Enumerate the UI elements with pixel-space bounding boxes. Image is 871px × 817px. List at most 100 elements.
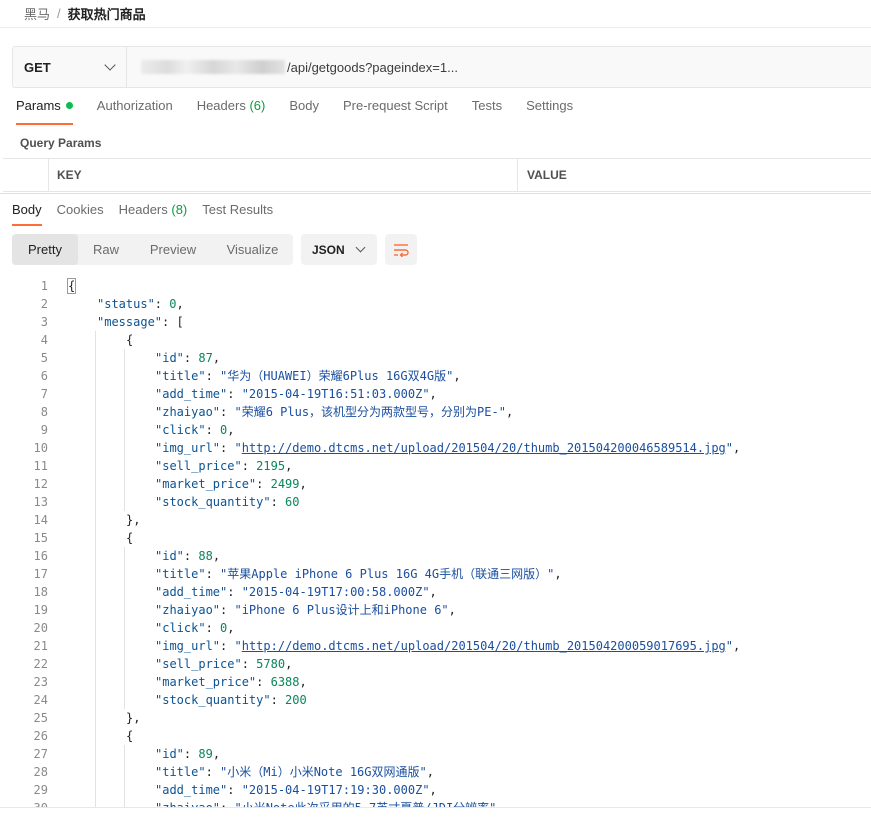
status-bar-divider bbox=[0, 807, 871, 808]
code-line: 1{ bbox=[0, 277, 871, 295]
tab-label: Body bbox=[12, 202, 42, 217]
json-punctuation: , bbox=[733, 441, 741, 455]
response-tab-test-results[interactable]: Test Results bbox=[202, 202, 273, 226]
json-punctuation: , bbox=[429, 585, 437, 599]
request-url-bar: GET /api/getgoods?pageindex=1... bbox=[12, 46, 871, 88]
code-text: "zhaiyao": "小米Note此次采用的5.7英寸夏普/JDI分辨率", bbox=[155, 799, 504, 807]
line-number: 16 bbox=[33, 549, 48, 563]
code-line: 16 "id": 88, bbox=[0, 547, 871, 565]
json-key: "img_url" bbox=[155, 639, 221, 653]
line-number: 10 bbox=[33, 441, 48, 455]
json-string: "iPhone 6 Plus设计上和iPhone 6" bbox=[234, 603, 449, 617]
json-punctuation: , bbox=[299, 477, 307, 491]
json-punctuation: , bbox=[429, 783, 437, 797]
json-punctuation: : bbox=[256, 675, 271, 689]
code-line: 24 "stock_quantity": 200 bbox=[0, 691, 871, 709]
code-line: 2 "status": 0, bbox=[0, 295, 871, 313]
json-string: "苹果Apple iPhone 6 Plus 16G 4G手机（联通三网版）" bbox=[220, 567, 555, 581]
format-preview-button[interactable]: Preview bbox=[134, 234, 212, 265]
tab-label: Pre-request Script bbox=[342, 98, 448, 113]
format-toggle: Pretty Raw Preview Visualize bbox=[12, 234, 293, 265]
json-key: "id" bbox=[155, 747, 184, 761]
chevron-down-icon bbox=[104, 59, 116, 71]
response-tab-cookies[interactable]: Cookies bbox=[57, 202, 104, 226]
row-select-column bbox=[3, 159, 49, 191]
key-column-header: KEY bbox=[49, 159, 518, 191]
format-visualize-button[interactable]: Visualize bbox=[212, 234, 293, 265]
json-key: "img_url" bbox=[155, 441, 221, 455]
json-url-link[interactable]: http://demo.dtcms.net/upload/201504/20/t… bbox=[242, 441, 726, 455]
line-number: 20 bbox=[33, 621, 48, 635]
code-line: 30 "zhaiyao": "小米Note此次采用的5.7英寸夏普/JDI分辨率"… bbox=[0, 799, 871, 807]
line-number: 11 bbox=[33, 459, 48, 473]
json-punctuation: { bbox=[126, 333, 134, 347]
format-raw-button[interactable]: Raw bbox=[78, 234, 134, 265]
url-input[interactable]: /api/getgoods?pageindex=1... bbox=[127, 47, 871, 87]
breadcrumb-separator: / bbox=[57, 6, 61, 21]
code-line: 5 "id": 87, bbox=[0, 349, 871, 367]
json-key: "sell_price" bbox=[155, 459, 242, 473]
language-select[interactable]: JSON bbox=[301, 234, 377, 265]
response-body-viewer[interactable]: 1{2 "status": 0, 3 "message": [4{5 "id": 87,… bbox=[0, 277, 871, 807]
json-punctuation: , bbox=[212, 351, 221, 365]
indent-guide bbox=[124, 745, 125, 807]
tab-body[interactable]: Body bbox=[289, 98, 319, 125]
json-punctuation: , bbox=[299, 675, 307, 689]
json-punctuation: , bbox=[227, 423, 235, 437]
json-punctuation: , bbox=[453, 369, 461, 383]
code-text: "add_time": "2015-04-19T17:00:58.000Z", bbox=[155, 583, 437, 601]
line-number: 29 bbox=[33, 783, 48, 797]
json-key: "zhaiyao" bbox=[155, 405, 221, 419]
code-line: 8 "zhaiyao": "荣耀6 Plus，该机型分为两款型号，分别为PE-", bbox=[0, 403, 871, 421]
code-text: }, bbox=[126, 511, 140, 529]
code-text: { bbox=[66, 277, 77, 295]
line-number: 27 bbox=[33, 747, 48, 761]
tab-settings[interactable]: Settings bbox=[526, 98, 573, 125]
json-number: 2499 bbox=[270, 477, 300, 491]
json-punctuation: : bbox=[241, 657, 257, 671]
code-line: 4{ bbox=[0, 331, 871, 349]
response-tab-body[interactable]: Body bbox=[12, 202, 42, 226]
indent-guide bbox=[124, 547, 125, 709]
response-tabs: Body Cookies Headers (8) Test Results bbox=[12, 202, 288, 226]
code-line: 28 "title": "小米（Mi）小米Note 16G双网通版", bbox=[0, 763, 871, 781]
code-text: "market_price": 6388, bbox=[155, 673, 307, 691]
tab-label: Headers bbox=[196, 98, 246, 113]
json-number: 87 bbox=[198, 351, 213, 365]
json-url-link[interactable]: http://demo.dtcms.net/upload/201504/20/t… bbox=[242, 639, 726, 653]
pane-divider[interactable] bbox=[0, 193, 871, 194]
wrap-lines-button[interactable] bbox=[385, 234, 417, 265]
json-key: "zhaiyao" bbox=[155, 603, 221, 617]
json-punctuation: : [ bbox=[162, 315, 184, 329]
code-line: 18 "add_time": "2015-04-19T17:00:58.000Z"… bbox=[0, 583, 871, 601]
code-text: "stock_quantity": 200 bbox=[155, 691, 307, 709]
json-number: 5780 bbox=[256, 657, 286, 671]
tab-tests[interactable]: Tests bbox=[472, 98, 502, 125]
json-punctuation: , bbox=[448, 603, 456, 617]
code-text: "zhaiyao": "iPhone 6 Plus设计上和iPhone 6", bbox=[155, 601, 456, 619]
code-text: "img_url": "http://demo.dtcms.net/upload… bbox=[155, 637, 740, 655]
json-key: "market_price" bbox=[155, 477, 257, 491]
line-number: 22 bbox=[33, 657, 48, 671]
tab-pre-request-script[interactable]: Pre-request Script bbox=[343, 98, 448, 125]
breadcrumb: 黑马 / 获取热门商品 bbox=[0, 0, 871, 28]
value-column-header: VALUE bbox=[527, 168, 567, 182]
json-key: "id" bbox=[155, 351, 184, 365]
json-punctuation: : bbox=[220, 639, 235, 653]
tab-headers[interactable]: Headers (6) bbox=[197, 98, 266, 125]
breadcrumb-parent[interactable]: 黑马 bbox=[24, 4, 50, 23]
code-text: { bbox=[126, 331, 133, 349]
response-tab-headers[interactable]: Headers (8) bbox=[119, 202, 188, 226]
tab-authorization[interactable]: Authorization bbox=[97, 98, 173, 125]
json-punctuation: : bbox=[270, 693, 286, 707]
method-select[interactable]: GET bbox=[13, 47, 127, 87]
code-line: 19 "zhaiyao": "iPhone 6 Plus设计上和iPhone 6"… bbox=[0, 601, 871, 619]
tab-params[interactable]: Params bbox=[16, 98, 73, 125]
tab-label: Body bbox=[289, 98, 319, 113]
tab-label: Params bbox=[16, 98, 61, 113]
code-text: { bbox=[126, 529, 133, 547]
line-number: 9 bbox=[40, 423, 48, 437]
breadcrumb-current[interactable]: 获取热门商品 bbox=[68, 4, 146, 23]
format-pretty-button[interactable]: Pretty bbox=[12, 234, 78, 265]
json-punctuation: : bbox=[227, 387, 242, 401]
